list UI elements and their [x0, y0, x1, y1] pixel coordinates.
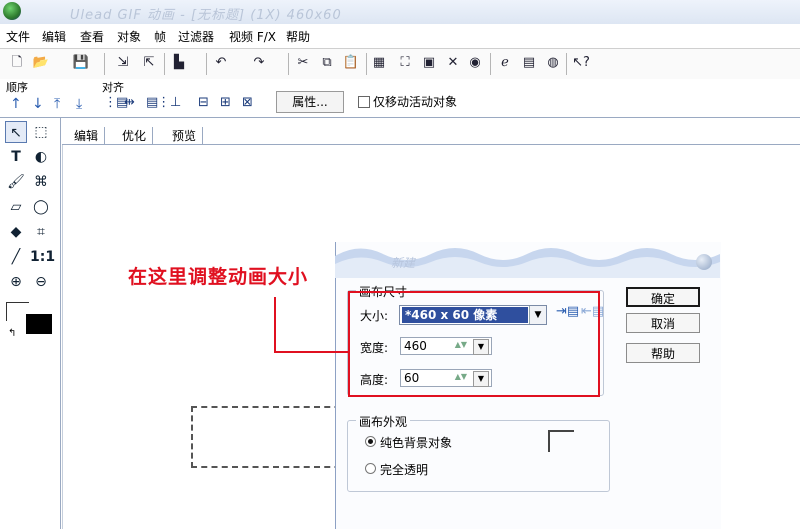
zoom-out-tool-icon[interactable]: ⊖ — [30, 271, 52, 293]
solid-background-radio[interactable] — [365, 436, 376, 447]
align-label: 对齐 — [102, 81, 124, 94]
menu-bar: 文件 编辑 查看 对象 帧 过滤器 视频 F/X 帮助 — [0, 24, 800, 46]
cancel-button[interactable]: 取消 — [626, 313, 700, 333]
text-tool-icon[interactable]: T — [5, 146, 27, 168]
align-center-h-icon[interactable]: ⇹ — [124, 95, 135, 110]
annotation-highlight-box — [348, 291, 600, 397]
app-icon — [3, 2, 21, 20]
menu-video-fx[interactable]: 视频 F/X — [229, 28, 276, 45]
tab-edit[interactable]: 编辑 — [68, 127, 106, 144]
menu-help[interactable]: 帮助 — [286, 28, 310, 45]
open-icon[interactable]: 📂 — [32, 54, 50, 72]
undo-icon[interactable]: ↶ — [212, 54, 230, 72]
marquee-tool-icon[interactable]: ⬚ — [30, 121, 52, 143]
bring-to-front-icon[interactable]: ⤒ — [54, 96, 60, 112]
redo-icon[interactable]: ↷ — [250, 54, 268, 72]
menu-view[interactable]: 查看 — [80, 28, 104, 45]
menu-edit[interactable]: 编辑 — [42, 28, 66, 45]
menu-filter[interactable]: 过滤器 — [178, 28, 214, 45]
tab-preview[interactable]: 预览 — [166, 127, 204, 144]
ulead-logo-icon — [696, 254, 712, 270]
annotation-text: 在这里调整动画大小 — [128, 266, 309, 288]
align-bottom-icon[interactable]: ⊥ — [170, 95, 181, 110]
order-label: 顺序 — [6, 81, 28, 94]
transparent-radio[interactable] — [365, 463, 376, 474]
crop-icon[interactable]: ⛶ — [396, 54, 414, 72]
eyedropper-tool-icon[interactable]: ╱ — [5, 246, 27, 268]
zoom-in-tool-icon[interactable]: ⊕ — [5, 271, 27, 293]
actual-size-tool-icon[interactable]: 1:1 — [30, 246, 55, 268]
help-cursor-icon[interactable]: ↖? — [572, 54, 590, 72]
tool-palette: ↖ ⬚ T ◐ 🖌 ⌘ ▱ ◯ ◆ ⌗ ╱ 1:1 ⊕ ⊖ ↰ — [0, 118, 61, 529]
ok-button[interactable]: 确定 — [626, 287, 700, 307]
paste-icon[interactable]: 📋 — [342, 54, 360, 72]
document-tabs: 编辑 优化 预览 — [62, 124, 800, 145]
dialog-title: 新建 — [391, 256, 416, 270]
main-toolbar: 🗋 📂 💾 ⇲ ⇱ ▙ ↶ ↷ ✂ ⧉ 📋 ▦ ⛶ ▣ ✕ ◉ ℯ ▤ ◍ ↖? — [0, 48, 800, 80]
import-icon[interactable]: ⇲ — [114, 54, 132, 72]
crop-tool-icon[interactable]: ⌗ — [30, 221, 52, 243]
menu-object[interactable]: 对象 — [117, 28, 141, 45]
copy-icon[interactable]: ⧉ — [318, 54, 336, 72]
center-vertical-icon[interactable]: ⊞ — [220, 95, 231, 110]
center-both-icon[interactable]: ⊠ — [242, 95, 253, 110]
web-icon[interactable]: ◉ — [466, 54, 484, 72]
transparent-label: 完全透明 — [380, 463, 429, 477]
tab-optimize[interactable]: 优化 — [116, 127, 154, 144]
pick-tool-icon[interactable]: ↖ — [5, 121, 27, 143]
image-info-icon[interactable]: ▣ — [420, 54, 438, 72]
move-active-label: 仅移动活动对象 — [373, 95, 458, 109]
center-horizontal-icon[interactable]: ⊟ — [198, 95, 209, 110]
foreground-color-swatch[interactable] — [26, 314, 52, 334]
send-to-back-icon[interactable]: ⤓ — [76, 96, 82, 112]
menu-frame[interactable]: 帧 — [154, 28, 166, 45]
launch-icon[interactable]: ▙ — [170, 54, 188, 72]
canvas-size-icon[interactable]: ▦ — [370, 54, 388, 72]
fit-icon[interactable]: ✕ — [444, 54, 462, 72]
paintbrush-tool-icon[interactable]: 🖌 — [5, 171, 27, 193]
menu-file[interactable]: 文件 — [6, 28, 30, 45]
properties-button[interactable]: 属性... — [276, 91, 344, 113]
new-icon[interactable]: 🗋 — [8, 54, 26, 72]
save-icon[interactable]: 💾 — [72, 54, 90, 72]
solid-background-label: 纯色背景对象 — [380, 436, 453, 450]
align-right-icon[interactable]: ▤⋮ — [146, 95, 170, 110]
bring-forward-icon[interactable]: ↑ — [10, 96, 22, 112]
window-title: Ulead GIF 动画 - [无标题] (1X) 460x60 — [70, 8, 342, 23]
help-button[interactable]: 帮助 — [626, 343, 700, 363]
lasso-tool-icon[interactable]: ◐ — [30, 146, 52, 168]
cut-icon[interactable]: ✂ — [294, 54, 312, 72]
ellipse-select-tool-icon[interactable]: ◯ — [30, 196, 52, 218]
paint-bucket-tool-icon[interactable]: ◆ — [5, 221, 27, 243]
move-active-checkbox[interactable] — [358, 96, 370, 108]
export-icon[interactable]: ⇱ — [140, 54, 158, 72]
title-bar: Ulead GIF 动画 - [无标题] (1X) 460x60 — [0, 0, 800, 24]
eraser-tool-icon[interactable]: ▱ — [5, 196, 27, 218]
preview-icon[interactable]: ▤ — [520, 54, 538, 72]
globe-icon[interactable]: ◍ — [544, 54, 562, 72]
magic-wand-tool-icon[interactable]: ⌘ — [30, 171, 52, 193]
canvas-appearance-group-title: 画布外观 — [356, 413, 411, 430]
dialog-title-bar: 新建 — [335, 242, 720, 278]
send-backward-icon[interactable]: ↓ — [32, 96, 44, 112]
ie-icon[interactable]: ℯ — [496, 54, 514, 72]
swap-colors-icon[interactable]: ↰ — [8, 328, 16, 339]
background-color-picker[interactable] — [548, 430, 574, 452]
